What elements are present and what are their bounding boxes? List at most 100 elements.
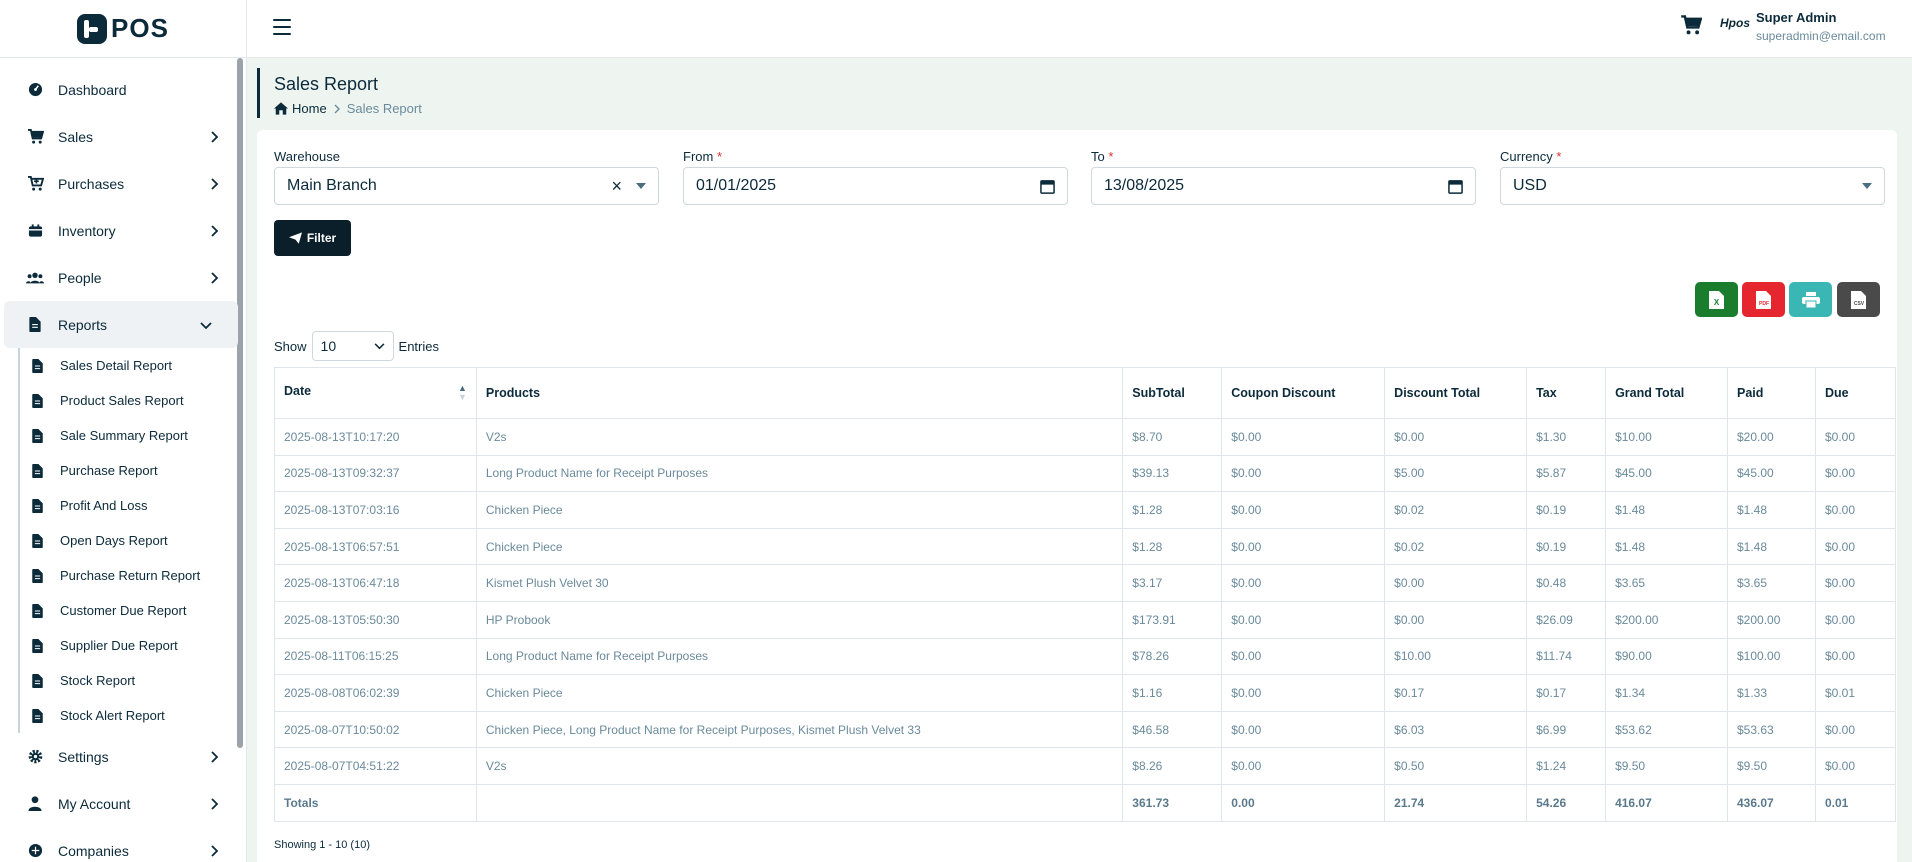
table-row[interactable]: 2025-08-13T05:50:30 HP Probook $173.91 $0.0… [274,600,1897,639]
sidebar-subitem-stock-report[interactable]: Stock Report [20,663,246,698]
currency-select[interactable]: USD [1500,167,1885,205]
pos-cart-icon[interactable] [1680,15,1703,40]
menu-toggle-icon[interactable] [273,19,291,35]
sidebar-item-sales[interactable]: Sales [0,113,246,160]
sidebar-item-purchases[interactable]: Purchases [0,160,246,207]
print-button[interactable] [1789,282,1832,317]
file-icon [32,673,46,689]
column-header-tax[interactable]: Tax [1526,367,1607,419]
sidebar-subitem-profit-and-loss[interactable]: Profit And Loss [20,488,246,523]
table-row[interactable]: 2025-08-13T07:03:16 Chicken Piece $1.28 $0.… [274,491,1897,529]
sidebar-subitem-purchase-report[interactable]: Purchase Report [20,453,246,488]
sidebar-item-dashboard[interactable]: Dashboard [0,66,246,113]
table-row[interactable]: 2025-08-11T06:15:25 Long Product Name for… [274,637,1897,676]
sort-icon[interactable]: ▲ ▼ [458,384,467,402]
export-pdf-button[interactable]: PDF [1742,282,1785,317]
breadcrumb-home[interactable]: Home [292,101,327,116]
table-header-row: Date ▲ ▼ Products SubTotal Coupon Discount Dis… [274,367,1897,419]
sidebar-subitem-supplier-due-report[interactable]: Supplier Due Report [20,628,246,663]
table-cell: $6.99 [1526,710,1607,749]
table-cell: $0.00 [1814,600,1897,639]
column-header-paid[interactable]: Paid [1727,367,1816,419]
table-cell: 2025-08-13T06:57:51 [274,527,477,566]
export-excel-button[interactable]: X [1695,282,1738,317]
excel-file-icon: X [1709,291,1724,309]
cart-icon [26,128,44,146]
chevron-right-icon [334,104,340,113]
table-row[interactable]: 2025-08-13T06:57:51 Chicken Piece $1.28 $0.… [274,527,1897,566]
filter-button[interactable]: Filter [274,220,351,256]
export-csv-button[interactable]: CSV [1837,282,1880,317]
column-header-date[interactable]: Date ▲ ▼ [274,367,477,419]
table-row[interactable]: 2025-08-07T10:50:02 Chicken Piece, Long P… [274,710,1897,749]
calendar-icon[interactable] [1040,179,1055,194]
table-cell: $26.09 [1526,600,1607,639]
from-date-input[interactable]: 01/01/2025 [683,167,1068,205]
column-header-due[interactable]: Due [1814,367,1897,419]
table-cell: $0.00 [1384,600,1528,639]
user-brand-logo: Hpos [1720,16,1750,30]
table-row[interactable]: 2025-08-08T06:02:39 Chicken Piece $1.16 $0.… [274,674,1897,712]
table-row[interactable]: 2025-08-13T09:32:37 Long Product Name for… [274,454,1897,493]
sidebar-subitem-label: Open Days Report [60,533,168,548]
warehouse-select[interactable]: Main Branch × [274,167,659,205]
sidebar-item-settings[interactable]: Settings [0,733,246,780]
sidebar-item-reports[interactable]: Reports [4,301,238,348]
logo[interactable]: POS [0,0,246,58]
home-icon[interactable] [274,102,288,115]
file-icon [32,358,46,374]
table-cell: $0.00 [1814,527,1897,566]
user-icon [26,795,44,813]
sidebar-subitem-open-days-report[interactable]: Open Days Report [20,523,246,558]
table-cell: $0.00 [1221,454,1386,493]
table-cell: V2s [475,418,1124,456]
sidebar-subitem-purchase-return-report[interactable]: Purchase Return Report [20,558,246,593]
page-size-select[interactable]: 10 [311,331,394,361]
sidebar-item-my-account[interactable]: My Account [0,780,246,827]
table-cell: $10.00 [1605,418,1728,456]
table-row[interactable]: 2025-08-13T06:47:18 Kismet Plush Velvet 3… [274,564,1897,602]
table-cell: $45.00 [1605,454,1728,493]
sidebar-subitem-label: Customer Due Report [60,603,187,618]
sidebar-item-companies[interactable]: Companies [0,827,246,862]
calendar-icon[interactable] [1448,179,1463,194]
column-header-coupon-discount[interactable]: Coupon Discount [1221,367,1386,419]
file-icon [32,533,46,549]
table-cell: $5.00 [1384,454,1528,493]
table-cell: $5.87 [1526,454,1607,493]
table-cell: $0.00 [1814,491,1897,529]
sidebar-subitem-stock-alert-report[interactable]: Stock Alert Report [20,698,246,733]
column-header-products[interactable]: Products [475,367,1124,419]
table-row[interactable]: 2025-08-07T04:51:22 V2s $8.26 $0.00 $0.50 $1.… [274,747,1897,785]
clear-icon[interactable]: × [611,176,622,197]
table-row[interactable]: 2025-08-13T10:17:20 V2s $8.70 $0.00 $0.00 $1.… [274,418,1897,456]
to-date-input[interactable]: 13/08/2025 [1091,167,1476,205]
column-header-subtotal[interactable]: SubTotal [1122,367,1223,419]
table-cell: Chicken Piece [475,491,1124,529]
table-cell: $0.00 [1221,418,1386,456]
file-icon [32,463,46,479]
sidebar-subitem-sale-summary-report[interactable]: Sale Summary Report [20,418,246,453]
user-email: superadmin@email.com [1756,29,1886,43]
breadcrumb: Home Sales Report [274,101,1897,116]
breadcrumb-current: Sales Report [346,101,422,116]
svg-text:CSV: CSV [1853,301,1864,307]
sidebar-item-label: Sales [58,128,94,145]
sidebar-subitem-customer-due-report[interactable]: Customer Due Report [20,593,246,628]
cart-plus-icon [26,175,44,193]
sidebar-subitem-sales-detail-report[interactable]: Sales Detail Report [20,348,246,383]
to-label: To * [1091,149,1114,164]
totals-cell: 21.74 [1384,783,1528,822]
logo-mark-icon [77,13,108,44]
sidebar-subitem-product-sales-report[interactable]: Product Sales Report [20,383,246,418]
table-cell: $0.00 [1221,564,1386,602]
totals-row: Totals 361.73 0.00 21.74 54.26 416.07 436.07 0.… [274,783,1897,822]
table-cell: $1.34 [1605,674,1728,712]
sidebar-item-people[interactable]: People [0,254,246,301]
sidebar-item-inventory[interactable]: Inventory [0,207,246,254]
column-header-grand-total[interactable]: Grand Total [1605,367,1728,419]
table-cell: $46.58 [1122,710,1223,749]
column-header-discount-total[interactable]: Discount Total [1384,367,1528,419]
user-name[interactable]: Super Admin [1756,10,1836,25]
sidebar-nav: Dashboard Sales Purchases Inventory Peop… [0,58,246,862]
